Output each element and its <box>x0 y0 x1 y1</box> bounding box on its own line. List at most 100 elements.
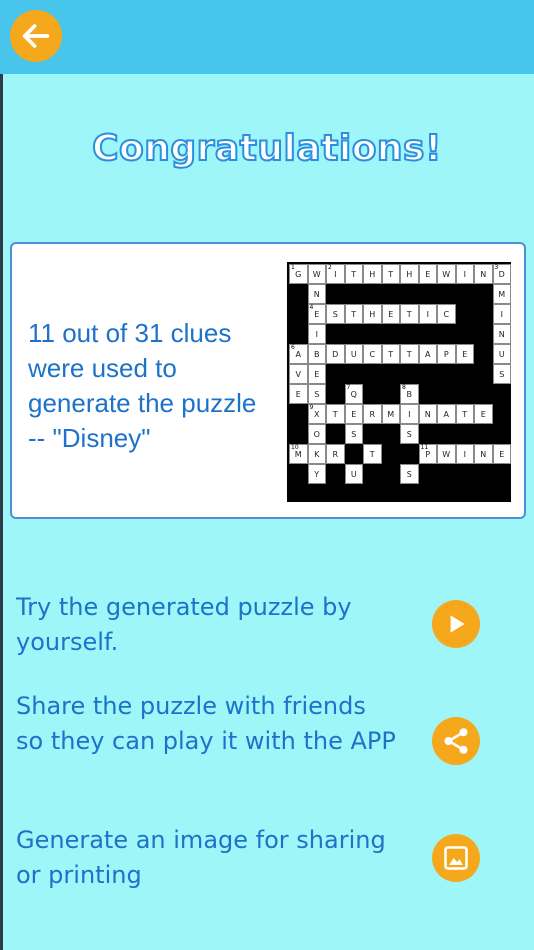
crossword-cell: V <box>289 364 308 384</box>
crossword-cell: W <box>307 264 326 284</box>
crossword-cell: C <box>363 344 382 364</box>
cell-letter: C <box>443 309 450 319</box>
crossword-cell: T <box>344 304 363 324</box>
crossword-cell: S <box>326 304 345 324</box>
crossword-cell: A <box>418 344 437 364</box>
cell-letter: S <box>499 369 505 379</box>
crossword-cell: N <box>418 404 437 424</box>
crossword-cell: R <box>326 444 345 464</box>
crossword-cell: S <box>344 424 363 444</box>
play-icon <box>450 615 465 633</box>
generate-image-button[interactable] <box>432 834 480 882</box>
crossword-cell: E <box>455 344 474 364</box>
cell-letter: T <box>406 309 412 319</box>
cell-letter: M <box>498 289 506 299</box>
crossword-cell: B8 <box>400 384 419 404</box>
crossword-cell: D3 <box>492 264 511 284</box>
play-button[interactable] <box>432 600 480 648</box>
crossword-cell: T <box>363 444 382 464</box>
clue-number: 8 <box>402 384 406 391</box>
cell-letter: T <box>332 409 338 419</box>
cell-letter: N <box>480 449 487 459</box>
crossword-cell: T <box>326 404 345 424</box>
cell-letter: S <box>332 309 338 319</box>
clue-number: 1 <box>291 264 295 271</box>
cell-letter: R <box>369 409 376 419</box>
crossword-cell: U <box>344 344 363 364</box>
clue-number: 9 <box>309 404 314 411</box>
summary-text: 11 out of 31 clues were used to generate… <box>28 318 257 453</box>
cell-letter: T <box>388 269 394 279</box>
cell-letter: E <box>425 269 431 279</box>
crossword-cell: U <box>492 344 511 364</box>
cell-letter: U <box>350 349 357 359</box>
app-bar <box>0 0 534 74</box>
cell-letter: D <box>332 349 339 359</box>
cell-letter: T <box>369 449 375 459</box>
cell-letter: O <box>313 429 320 439</box>
crossword-cell: E <box>474 404 493 424</box>
cell-letter: B <box>406 389 413 399</box>
crossword-cell: S <box>307 384 326 404</box>
cell-letter: U <box>498 349 505 359</box>
crossword-cell: G1 <box>289 264 308 284</box>
crossword-cell: E <box>492 444 511 464</box>
cell-letter: G <box>295 269 302 279</box>
crossword-cell: R <box>363 404 382 424</box>
crossword-cell: X9 <box>307 404 326 424</box>
cell-letter: Q <box>350 389 357 399</box>
crossword-cell: H <box>363 304 382 324</box>
cell-letter: S <box>406 429 412 439</box>
cell-letter: H <box>369 269 376 279</box>
cell-letter: A <box>295 349 301 359</box>
cell-letter: E <box>462 349 468 359</box>
crossword-preview[interactable]: G1WI2THTHEWIND3NME4STHETICIINA6BDUCTTAPE… <box>287 262 511 502</box>
crossword-cell: S <box>492 364 511 384</box>
cell-letter: W <box>442 449 451 459</box>
cell-letter: W <box>442 269 451 279</box>
cell-letter: S <box>314 389 320 399</box>
crossword-cell: U <box>344 464 363 484</box>
cell-letter: I <box>426 309 429 319</box>
cell-letter: X <box>314 409 320 419</box>
crossword-cell: M 10 <box>289 444 308 464</box>
cell-letter: S <box>351 429 357 439</box>
arrow-left-icon <box>22 24 50 48</box>
share-icon <box>444 728 468 754</box>
cell-letter: E <box>388 309 394 319</box>
back-button[interactable] <box>10 10 62 62</box>
crossword-cell: A <box>437 404 456 424</box>
crossword-cell: I <box>400 404 419 424</box>
clue-number: 10 <box>291 444 299 451</box>
crossword-cell: N <box>492 324 511 344</box>
crossword-cell: I <box>492 304 511 324</box>
image-icon <box>444 846 468 870</box>
crossword-cell: I <box>455 264 474 284</box>
crossword-cell: I <box>418 304 437 324</box>
crossword-cell: O <box>307 424 326 444</box>
clue-number: 7 <box>346 384 351 391</box>
clue-number: 4 <box>309 304 314 311</box>
cell-letter: T <box>462 409 468 419</box>
cell-letter: I <box>500 309 503 319</box>
generate-image-text: Generate an image for sharing or printin… <box>16 826 386 889</box>
crossword-cell: K <box>307 444 326 464</box>
page-title: Congratulations! <box>91 127 442 170</box>
crossword-cell: A6 <box>289 344 308 364</box>
clue-number: 11 <box>420 444 429 451</box>
crossword-cell: E <box>307 364 326 384</box>
cell-letter: E <box>295 389 301 399</box>
cell-letter: P <box>443 349 449 359</box>
crossword-cell: C <box>437 304 456 324</box>
cell-letter: A <box>443 409 449 419</box>
try-puzzle-text: Try the generated puzzle by yourself. <box>16 593 352 656</box>
crossword-cell: E <box>289 384 308 404</box>
cell-letter: E <box>499 449 505 459</box>
crossword-cell: E <box>344 404 363 424</box>
crossword-cell: B <box>307 344 326 364</box>
cell-letter: E <box>314 369 320 379</box>
crossword-cell: Q7 <box>344 384 363 404</box>
crossword-cell: I <box>455 444 474 464</box>
clue-number: 2 <box>328 264 332 271</box>
share-button[interactable] <box>432 717 480 765</box>
